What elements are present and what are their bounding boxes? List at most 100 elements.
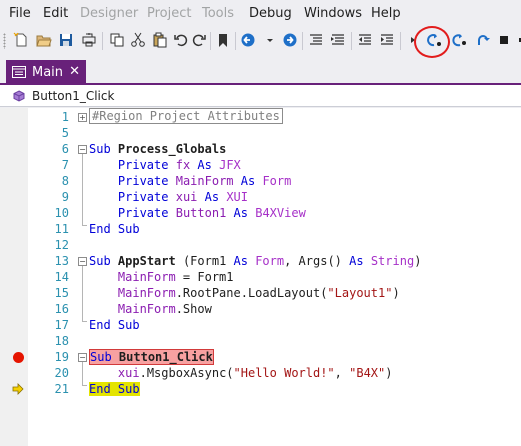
line-text: Private fx As JFX [117, 158, 241, 172]
line-number: 21 [54, 382, 69, 396]
code-line[interactable]: 8 Private MainForm As Form [0, 173, 521, 189]
sub-icon [13, 90, 25, 102]
code-line[interactable]: 14 MainForm = Form1 [0, 269, 521, 285]
step-into-icon[interactable] [450, 31, 468, 49]
new-file-icon[interactable] [12, 31, 30, 49]
code-line-breakpoint[interactable]: 19 − Sub Button1_Click [0, 349, 521, 365]
navigate-forward-icon[interactable] [281, 31, 299, 49]
toolbar-separator [102, 32, 103, 50]
code-line[interactable]: 10 Private Button1 As B4XView [0, 205, 521, 221]
code-line-current[interactable]: 21 End Sub [0, 381, 521, 397]
tab-main[interactable]: Main ✕ [6, 60, 86, 84]
menu-designer[interactable]: Designer [80, 6, 138, 21]
line-text: MainForm = Form1 [117, 270, 234, 284]
code-line[interactable]: 7 Private fx As JFX [0, 157, 521, 173]
code-line[interactable]: 13 − Sub AppStart (Form1 As Form, Args()… [0, 253, 521, 269]
toolbar-separator [351, 32, 352, 50]
menu-bar: File Edit Designer Project Tools Debug W… [0, 0, 521, 28]
code-line[interactable]: 5 [0, 125, 521, 141]
open-folder-icon[interactable] [35, 31, 53, 49]
uncomment-icon[interactable] [329, 31, 347, 49]
line-number: 10 [54, 206, 69, 220]
line-number: 6 [61, 142, 69, 156]
line-number: 20 [54, 366, 69, 380]
tab-close-icon[interactable]: ✕ [69, 64, 80, 79]
fold-collapse-icon[interactable]: − [78, 145, 87, 154]
line-number: 17 [54, 318, 69, 332]
document-tab-strip: Main ✕ [0, 58, 521, 84]
menu-help[interactable]: Help [371, 6, 401, 21]
code-line[interactable]: 15 MainForm.RootPane.LoadLayout("Layout1… [0, 285, 521, 301]
cut-icon[interactable] [129, 31, 147, 49]
line-number: 18 [54, 334, 69, 348]
code-line[interactable]: 18 [0, 333, 521, 349]
line-number: 1 [61, 110, 69, 124]
line-text: Sub Process_Globals [89, 142, 227, 156]
line-text: xui.MsgboxAsync("Hello World!", "B4X") [117, 366, 393, 380]
menu-project[interactable]: Project [147, 6, 191, 21]
execution-pointer-icon [12, 383, 24, 395]
code-editor[interactable]: 1 + #Region Project Attributes 5 6 − Sub… [0, 108, 521, 446]
code-line[interactable]: 1 + #Region Project Attributes [0, 108, 521, 125]
line-number: 12 [54, 238, 69, 252]
save-icon[interactable] [57, 31, 75, 49]
code-line[interactable]: 11 End Sub [0, 221, 521, 237]
step-out-icon[interactable] [473, 31, 491, 49]
menu-debug[interactable]: Debug [249, 6, 292, 21]
line-number: 14 [54, 270, 69, 284]
code-line[interactable]: 6 − Sub Process_Globals [0, 141, 521, 157]
redo-icon[interactable] [190, 31, 208, 49]
line-text: Sub Button1_Click [89, 349, 214, 365]
tab-label: Main [32, 64, 64, 80]
menu-file[interactable]: File [9, 6, 31, 21]
line-text: End Sub [89, 318, 140, 332]
collapsed-region[interactable]: #Region Project Attributes [89, 108, 283, 124]
code-line[interactable]: 16 MainForm.Show [0, 301, 521, 317]
navigate-back-icon[interactable] [239, 31, 257, 49]
line-text: MainForm.Show [117, 302, 212, 316]
undo-icon[interactable] [172, 31, 190, 49]
breakpoint-icon[interactable] [13, 352, 24, 363]
line-number: 13 [54, 254, 69, 268]
fold-collapse-icon[interactable]: − [78, 353, 87, 362]
toolbar-overflow-icon[interactable] [512, 31, 521, 49]
fold-expand-icon[interactable]: + [78, 113, 87, 122]
toolbar-separator [210, 32, 211, 50]
line-number: 15 [54, 286, 69, 300]
outdent-icon[interactable] [356, 31, 374, 49]
line-number: 11 [54, 222, 69, 236]
toolbar-grip[interactable] [3, 33, 6, 49]
toolbar-separator [302, 32, 303, 50]
menu-edit[interactable]: Edit [43, 6, 68, 21]
line-text: End Sub [89, 382, 140, 396]
member-navigation-bar[interactable]: Button1_Click [0, 85, 521, 107]
step-over-highlight-circle [414, 26, 450, 58]
comment-icon[interactable] [307, 31, 325, 49]
line-number: 19 [54, 350, 69, 364]
line-number: 9 [61, 190, 69, 204]
line-text: Private xui As XUI [117, 190, 249, 204]
fold-collapse-icon[interactable]: − [78, 257, 87, 266]
stop-icon[interactable] [495, 31, 513, 49]
dropdown-arrow-icon[interactable] [261, 31, 279, 49]
line-number: 16 [54, 302, 69, 316]
menu-tools[interactable]: Tools [202, 6, 234, 21]
toolbar-separator [400, 32, 401, 50]
code-line[interactable]: 9 Private xui As XUI [0, 189, 521, 205]
print-icon[interactable] [80, 31, 98, 49]
code-line[interactable]: 20 xui.MsgboxAsync("Hello World!", "B4X"… [0, 365, 521, 381]
document-icon [12, 66, 26, 78]
line-number: 7 [61, 158, 69, 172]
indent-icon[interactable] [378, 31, 396, 49]
code-line[interactable]: 17 End Sub [0, 317, 521, 333]
copy-icon[interactable] [108, 31, 126, 49]
line-text: Sub AppStart (Form1 As Form, Args() As S… [89, 254, 422, 268]
line-text: Private MainForm As Form [117, 174, 292, 188]
code-line[interactable]: 12 [0, 237, 521, 253]
menu-windows[interactable]: Windows [304, 6, 362, 21]
line-text: End Sub [89, 222, 140, 236]
current-member-label: Button1_Click [32, 89, 115, 103]
paste-icon[interactable] [151, 31, 169, 49]
bookmark-icon[interactable] [214, 31, 232, 49]
line-number: 8 [61, 174, 69, 188]
